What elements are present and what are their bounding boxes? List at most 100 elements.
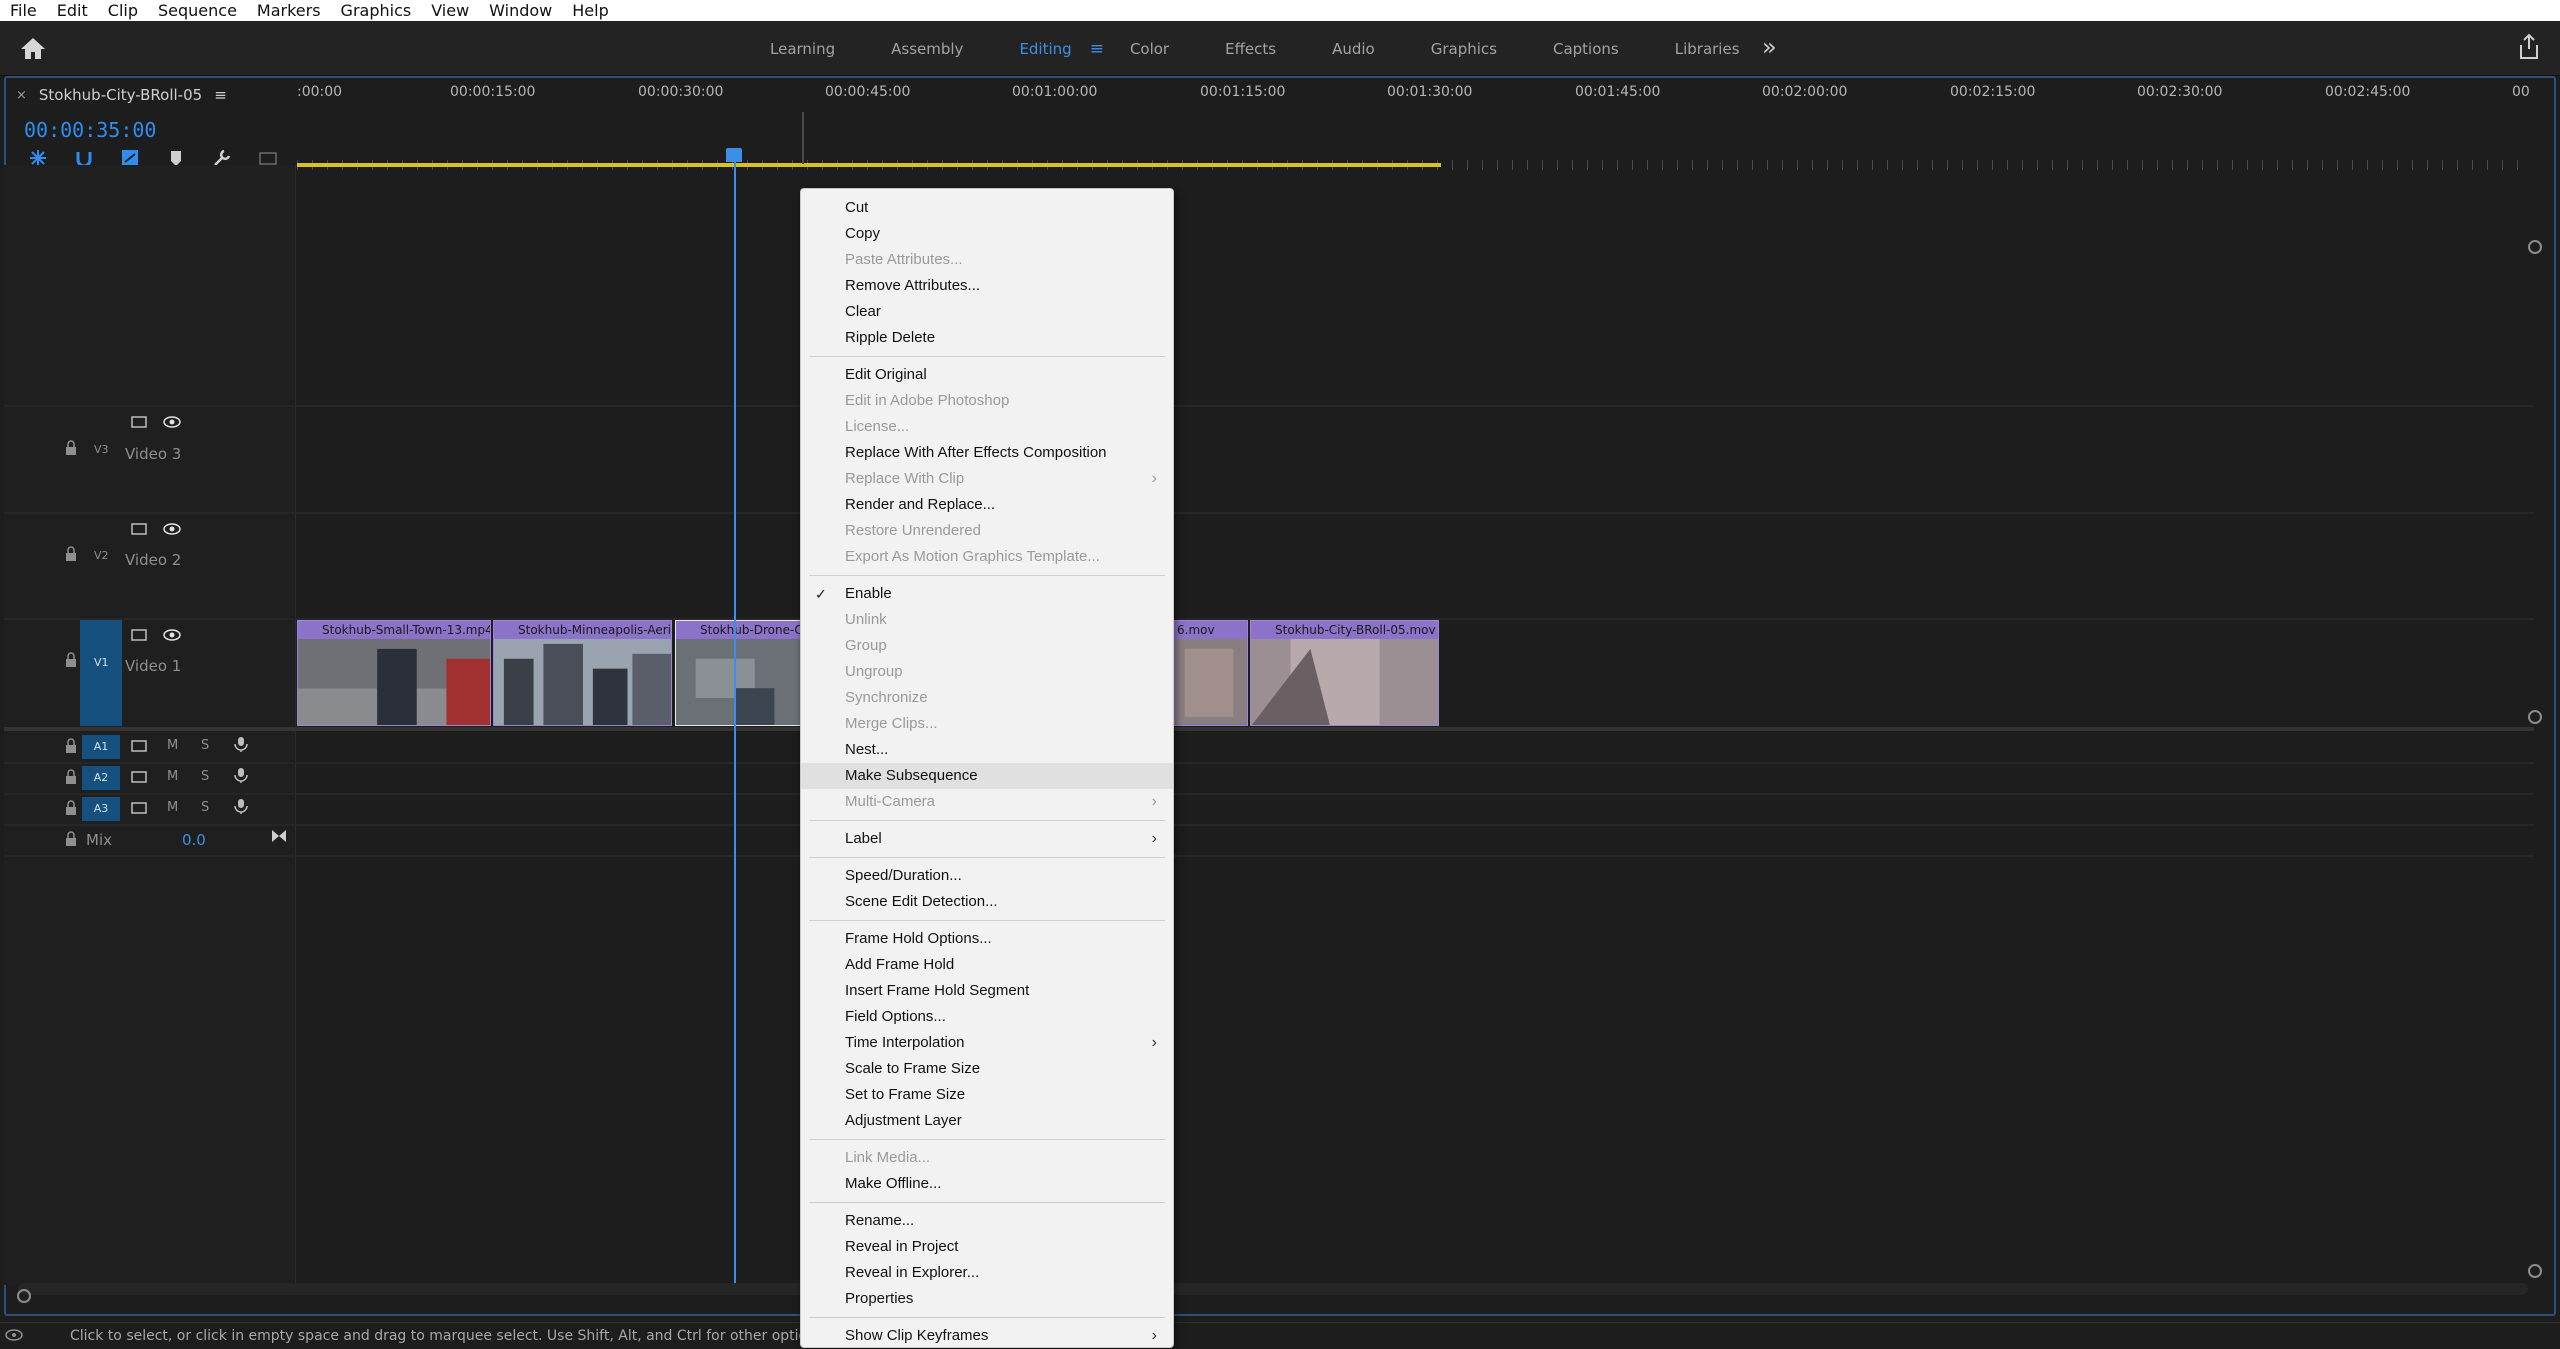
lock-icon[interactable] (62, 440, 80, 456)
workspace-menu-icon[interactable]: ≡ (1090, 39, 1104, 59)
menu-markers[interactable]: Markers (247, 1, 331, 20)
mute-button[interactable]: M (167, 800, 178, 815)
menu-item-reveal-in-project[interactable]: Reveal in Project (801, 1234, 1173, 1260)
zoom-scroll-handle[interactable] (17, 1289, 31, 1303)
tab-captions[interactable]: Captions (1553, 40, 1619, 58)
menu-item-remove-attributes[interactable]: Remove Attributes... (801, 273, 1173, 299)
menu-item-render-and-replace[interactable]: Render and Replace... (801, 492, 1173, 518)
mix-volume[interactable]: 0.0 (182, 831, 206, 849)
menu-item-rename[interactable]: Rename... (801, 1208, 1173, 1234)
menu-help[interactable]: Help (562, 1, 618, 20)
menu-item-time-interpolation[interactable]: Time Interpolation › (801, 1030, 1173, 1056)
track-id-v1[interactable]: V1 (94, 656, 109, 669)
mute-button[interactable]: M (167, 769, 178, 784)
go-to-end-icon[interactable] (270, 828, 288, 844)
vertical-zoom-handle[interactable] (2528, 710, 2542, 724)
menu-item-insert-frame-hold-segment[interactable]: Insert Frame Hold Segment (801, 978, 1173, 1004)
menu-item-reveal-in-explorer[interactable]: Reveal in Explorer... (801, 1260, 1173, 1286)
menu-item-make-subsequence[interactable]: Make Subsequence (801, 763, 1173, 789)
playhead-timecode[interactable]: 00:00:35:00 (24, 118, 156, 142)
solo-button[interactable]: S (201, 800, 209, 815)
sync-lock-icon[interactable] (130, 800, 148, 816)
track-id-v3[interactable]: V3 (94, 443, 109, 456)
more-workspaces-icon[interactable]: » (1762, 33, 1777, 61)
tab-learning[interactable]: Learning (770, 40, 835, 58)
menu-item-nest[interactable]: Nest... (801, 737, 1173, 763)
menu-window[interactable]: Window (479, 1, 562, 20)
tab-graphics[interactable]: Graphics (1431, 40, 1497, 58)
horizontal-scrollbar[interactable] (18, 1283, 2528, 1295)
playhead-handle[interactable] (726, 148, 742, 162)
menu-item-replace-with-after-effects-composition[interactable]: Replace With After Effects Composition (801, 440, 1173, 466)
menu-item-add-frame-hold[interactable]: Add Frame Hold (801, 952, 1173, 978)
lock-icon[interactable] (62, 738, 80, 754)
menu-item-label[interactable]: Label › (801, 826, 1173, 852)
home-icon[interactable] (18, 35, 48, 61)
timeline-clip[interactable]: 6.mov (1174, 620, 1248, 726)
eye-icon[interactable] (163, 414, 181, 430)
tab-effects[interactable]: Effects (1225, 40, 1276, 58)
solo-button[interactable]: S (201, 738, 209, 753)
sync-lock-icon[interactable] (130, 627, 148, 643)
track-id-a2[interactable]: A2 (82, 766, 120, 790)
menu-sequence[interactable]: Sequence (148, 1, 247, 20)
timeline-clip[interactable]: Stokhub-City-BRoll-05.mov (1250, 620, 1439, 726)
menu-graphics[interactable]: Graphics (331, 1, 422, 20)
mute-button[interactable]: M (167, 738, 178, 753)
menu-item-frame-hold-options[interactable]: Frame Hold Options... (801, 926, 1173, 952)
menu-clip[interactable]: Clip (98, 1, 148, 20)
eye-icon[interactable] (163, 521, 181, 537)
track-id-a3[interactable]: A3 (82, 797, 120, 821)
menu-item-adjustment-layer[interactable]: Adjustment Layer (801, 1108, 1173, 1134)
menu-item-field-options[interactable]: Field Options... (801, 1004, 1173, 1030)
vertical-zoom-handle[interactable] (2528, 1264, 2542, 1278)
tab-editing[interactable]: Editing (1019, 40, 1071, 58)
menu-edit[interactable]: Edit (47, 1, 98, 20)
tab-assembly[interactable]: Assembly (891, 40, 963, 58)
tab-libraries[interactable]: Libraries (1675, 40, 1740, 58)
source-patch-v1[interactable] (80, 620, 122, 726)
lock-icon[interactable] (62, 652, 80, 668)
menu-item-enable[interactable]: Enable ✓ (801, 581, 1173, 607)
menu-item-set-to-frame-size[interactable]: Set to Frame Size (801, 1082, 1173, 1108)
eye-icon[interactable] (163, 627, 181, 643)
microphone-icon[interactable] (232, 798, 250, 814)
timeline-clip[interactable]: Stokhub-Minneapolis-Aerial (493, 620, 672, 726)
menu-item-make-offline[interactable]: Make Offline... (801, 1171, 1173, 1197)
sync-lock-icon[interactable] (130, 769, 148, 785)
lock-icon[interactable] (62, 831, 80, 847)
track-id-a1[interactable]: A1 (82, 735, 120, 759)
menu-item-ripple-delete[interactable]: Ripple Delete (801, 325, 1173, 351)
track-name-v1[interactable]: Video 1 (125, 657, 181, 675)
lock-icon[interactable] (62, 800, 80, 816)
sync-lock-icon[interactable] (130, 414, 148, 430)
share-icon[interactable] (2518, 33, 2540, 61)
menu-item-speed-duration[interactable]: Speed/Duration... (801, 863, 1173, 889)
microphone-icon[interactable] (232, 767, 250, 783)
menu-file[interactable]: File (0, 1, 47, 20)
tab-color[interactable]: Color (1130, 40, 1169, 58)
work-area-bar[interactable] (297, 163, 1441, 167)
solo-button[interactable]: S (201, 769, 209, 784)
menu-item-properties[interactable]: Properties (801, 1286, 1173, 1312)
lock-icon[interactable] (62, 546, 80, 562)
timeline-clip[interactable]: Stokhub-Drone-Ci (675, 620, 801, 726)
track-id-v2[interactable]: V2 (94, 549, 109, 562)
lock-icon[interactable] (62, 769, 80, 785)
playhead-line[interactable] (734, 162, 736, 1287)
menu-item-clear[interactable]: Clear (801, 299, 1173, 325)
track-name-v3[interactable]: Video 3 (125, 445, 181, 463)
menu-item-scene-edit-detection[interactable]: Scene Edit Detection... (801, 889, 1173, 915)
sequence-tab[interactable]: × Stokhub-City-BRoll-05 ≡ (16, 86, 227, 104)
track-name-v2[interactable]: Video 2 (125, 551, 181, 569)
menu-item-show-clip-keyframes[interactable]: Show Clip Keyframes › (801, 1323, 1173, 1349)
sync-lock-icon[interactable] (130, 521, 148, 537)
sync-lock-icon[interactable] (130, 738, 148, 754)
microphone-icon[interactable] (232, 736, 250, 752)
panel-menu-icon[interactable]: ≡ (214, 86, 227, 104)
menu-item-copy[interactable]: Copy (801, 221, 1173, 247)
vertical-zoom-handle[interactable] (2528, 240, 2542, 254)
timeline-clip[interactable]: Stokhub-Small-Town-13.mp4 (297, 620, 491, 726)
menu-item-cut[interactable]: Cut (801, 195, 1173, 221)
tab-audio[interactable]: Audio (1332, 40, 1375, 58)
